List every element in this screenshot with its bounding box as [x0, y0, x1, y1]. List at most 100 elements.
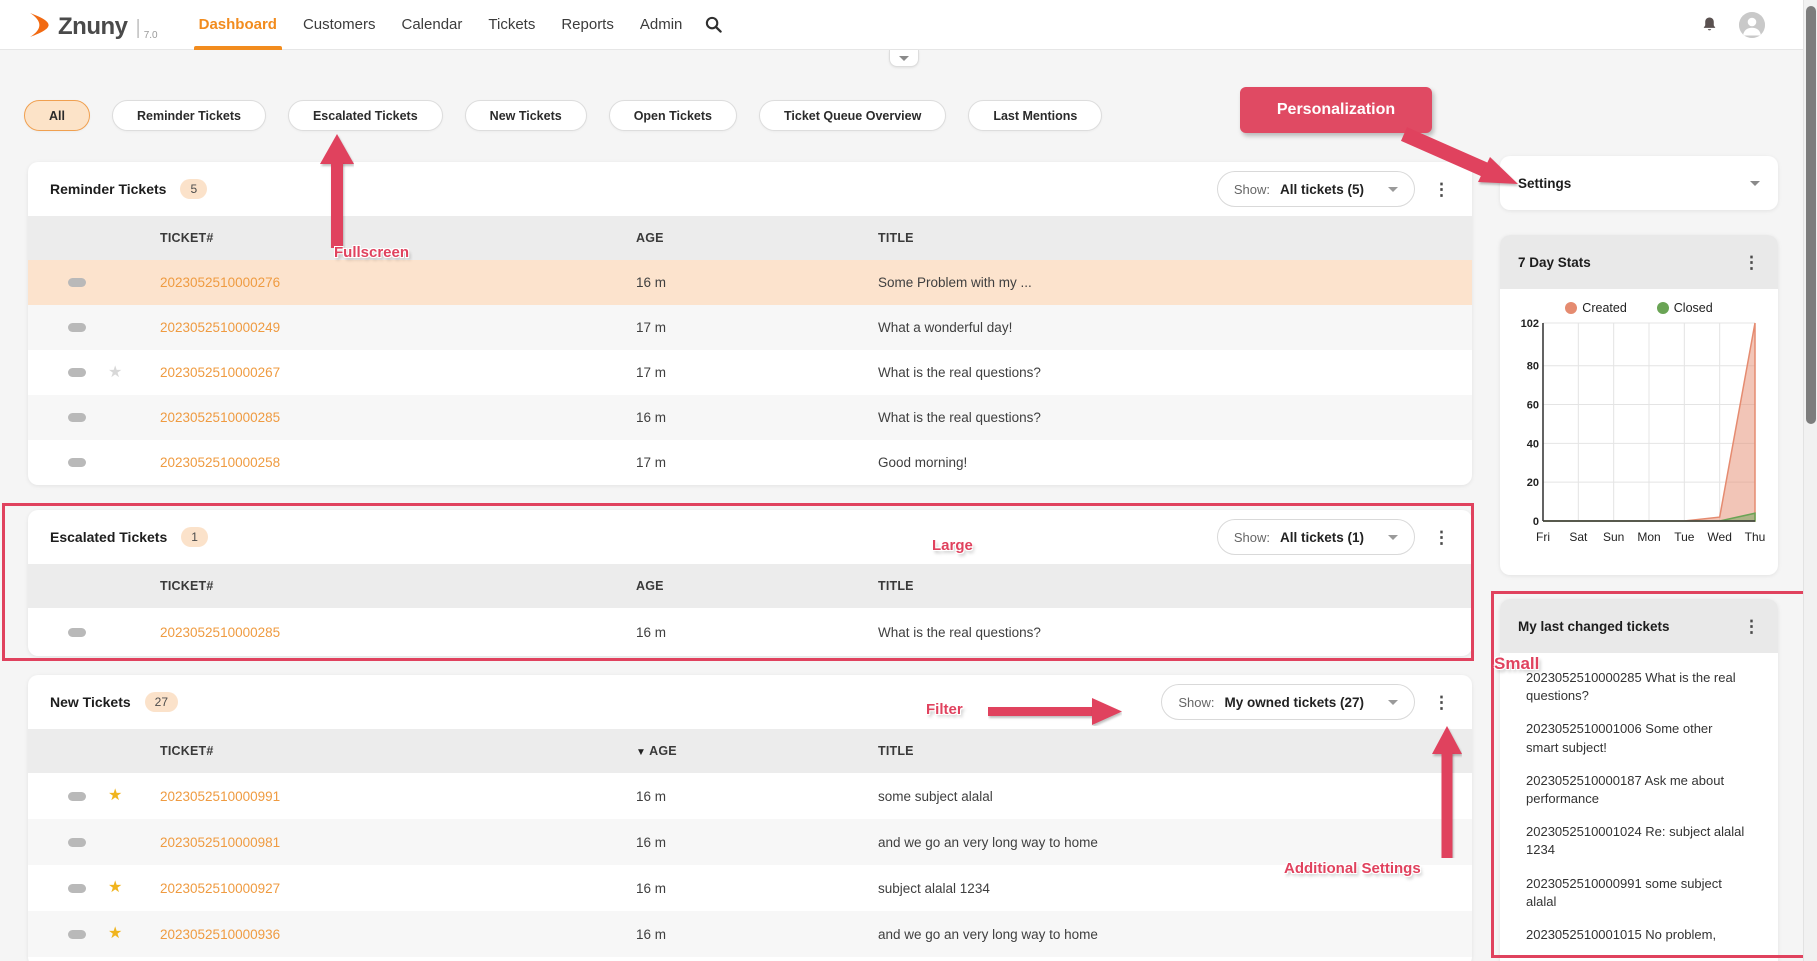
col-age[interactable]: AGE [636, 231, 878, 245]
table-row[interactable]: ★ 2023052510000267 17 m What is the real… [28, 350, 1472, 395]
show-value: All tickets (5) [1280, 182, 1364, 197]
reminder-show-filter-dropdown[interactable]: Show: All tickets (5) [1217, 171, 1415, 207]
ticket-number-link[interactable]: 2023052510000276 [160, 275, 636, 290]
nav-item-admin[interactable]: Admin [627, 0, 696, 50]
col-age[interactable]: AGE [636, 579, 878, 593]
scrollbar-thumb[interactable] [1806, 6, 1816, 424]
new-tickets-show-filter-dropdown[interactable]: Show: My owned tickets (27) [1161, 684, 1415, 720]
ticket-number-link[interactable]: 2023052510000981 [160, 835, 636, 850]
col-ticket[interactable]: TICKET# [160, 744, 636, 758]
svg-text:0: 0 [1533, 516, 1539, 528]
chevron-down-icon [1388, 535, 1398, 540]
table-row[interactable]: 2023052510000285 16 m What is the real q… [28, 608, 1472, 656]
list-item[interactable]: 2023052510001015 No problem, [1526, 926, 1746, 944]
escalated-kebab-menu-icon[interactable]: ⋮ [1433, 529, 1450, 546]
ticket-number-link[interactable]: 2023052510000267 [160, 365, 636, 380]
age-cell: 16 m [636, 789, 878, 804]
watch-star-icon[interactable]: ★ [108, 880, 160, 896]
filter-pill-new-tickets[interactable]: New Tickets [465, 100, 587, 131]
table-row[interactable]: ★ 2023052510000936 16 m and we go an ver… [28, 911, 1472, 957]
table-row[interactable]: ★ 2023052510000927 16 m subject alalal 1… [28, 865, 1472, 911]
filter-pill-all[interactable]: All [24, 100, 90, 131]
col-title[interactable]: TITLE [878, 744, 1472, 758]
nav-item-dashboard[interactable]: Dashboard [186, 0, 290, 50]
chevron-down-icon[interactable] [1750, 181, 1760, 186]
nav-item-calendar[interactable]: Calendar [389, 0, 476, 50]
svg-text:Sat: Sat [1569, 530, 1588, 544]
escalated-show-filter-dropdown[interactable]: Show: All tickets (1) [1217, 519, 1415, 555]
show-label: Show: [1234, 530, 1270, 545]
filter-pill-open-tickets[interactable]: Open Tickets [609, 100, 737, 131]
filter-pill-ticket-queue-overview[interactable]: Ticket Queue Overview [759, 100, 946, 131]
watch-star-icon[interactable]: ★ [108, 926, 160, 942]
legend-created: Created [1565, 301, 1626, 315]
chart-legend: Created Closed [1500, 301, 1778, 315]
search-icon[interactable] [705, 16, 722, 33]
znuny-dashboard: Znuny | 7.0 Dashboard Customers Calendar… [0, 0, 1817, 961]
watch-star-icon[interactable]: ★ [108, 788, 160, 804]
list-item[interactable]: 2023052510001006 Some other smart subjec… [1526, 720, 1746, 756]
table-row[interactable]: 2023052510000276 16 m Some Problem with … [28, 260, 1472, 305]
table-row[interactable]: 2023052510000981 16 m and we go an very … [28, 819, 1472, 865]
filter-pill-last-mentions[interactable]: Last Mentions [968, 100, 1102, 131]
chevron-down-icon [1388, 187, 1398, 192]
reminder-kebab-menu-icon[interactable]: ⋮ [1433, 181, 1450, 198]
show-value: My owned tickets (27) [1224, 695, 1364, 710]
reminder-tickets-header: Reminder Tickets 5 Show: All tickets (5)… [28, 162, 1472, 216]
svg-text:Tue: Tue [1674, 530, 1695, 544]
table-row[interactable]: ★ 2023052510000991 16 m some subject ala… [28, 773, 1472, 819]
new-tickets-kebab-menu-icon[interactable]: ⋮ [1433, 694, 1450, 711]
nav-item-customers[interactable]: Customers [290, 0, 389, 50]
ticket-number-link[interactable]: 2023052510000285 [160, 625, 636, 640]
navbar-right [1700, 12, 1765, 38]
unread-indicator [68, 413, 86, 422]
title-cell: What is the real questions? [878, 365, 1472, 380]
list-item[interactable]: 2023052510001024 Re: subject alalal 1234 [1526, 823, 1746, 859]
table-row[interactable]: 2023052510000258 17 m Good morning! [28, 440, 1472, 485]
nav-item-tickets[interactable]: Tickets [475, 0, 548, 50]
col-title[interactable]: TITLE [878, 231, 1472, 245]
table-row[interactable]: 2023052510000285 16 m What is the real q… [28, 395, 1472, 440]
settings-panel[interactable]: Settings [1500, 156, 1778, 210]
col-ticket[interactable]: TICKET# [160, 579, 636, 593]
sort-desc-icon: ▼ [636, 747, 646, 758]
ticket-number-link[interactable]: 2023052510000927 [160, 881, 636, 896]
filter-pill-escalated-tickets[interactable]: Escalated Tickets [288, 100, 443, 131]
col-title[interactable]: TITLE [878, 579, 1472, 593]
unread-indicator [68, 884, 86, 893]
list-item[interactable]: 2023052510000187 Ask me about performanc… [1526, 772, 1746, 808]
stats-kebab-menu-icon[interactable]: ⋮ [1743, 254, 1760, 271]
nav-item-reports[interactable]: Reports [548, 0, 627, 50]
ticket-number-link[interactable]: 2023052510000285 [160, 410, 636, 425]
ticket-number-link[interactable]: 2023052510000991 [160, 789, 636, 804]
col-ticket[interactable]: TICKET# [160, 231, 636, 245]
ticket-number-link[interactable]: 2023052510000936 [160, 927, 636, 942]
last-changed-kebab-menu-icon[interactable]: ⋮ [1743, 618, 1760, 635]
filter-pill-reminder-tickets[interactable]: Reminder Tickets [112, 100, 266, 131]
svg-text:Sun: Sun [1603, 530, 1624, 544]
list-item[interactable]: 2023052510000991 some subject alalal [1526, 875, 1746, 911]
svg-text:60: 60 [1527, 400, 1539, 412]
unread-indicator [68, 323, 86, 332]
title-cell: What is the real questions? [878, 625, 1472, 640]
title-cell: Some Problem with my ... [878, 275, 1472, 290]
notifications-bell-icon[interactable] [1700, 15, 1719, 35]
watch-star-icon[interactable]: ★ [108, 365, 160, 381]
avatar[interactable] [1739, 12, 1765, 38]
age-cell: 16 m [636, 835, 878, 850]
ticket-number-link[interactable]: 2023052510000258 [160, 455, 636, 470]
brand[interactable]: Znuny | 7.0 [28, 8, 158, 41]
list-item[interactable]: 2023052510000285 What is the real questi… [1526, 669, 1746, 705]
main-menu: Dashboard Customers Calendar Tickets Rep… [186, 0, 723, 50]
dashboard-collapse-toggle[interactable] [889, 50, 919, 67]
title-cell: Good morning! [878, 455, 1472, 470]
show-value: All tickets (1) [1280, 530, 1364, 545]
svg-text:Thu: Thu [1745, 530, 1765, 544]
table-row[interactable]: 2023052510000249 17 m What a wonderful d… [28, 305, 1472, 350]
escalated-tickets-panel: Escalated Tickets 1 Show: All tickets (1… [28, 510, 1472, 656]
age-cell: 17 m [636, 455, 878, 470]
escalated-table-header: TICKET# AGE TITLE [28, 564, 1472, 608]
scrollbar[interactable] [1803, 0, 1817, 961]
ticket-number-link[interactable]: 2023052510000249 [160, 320, 636, 335]
col-age-sorted[interactable]: ▼AGE [636, 744, 878, 758]
